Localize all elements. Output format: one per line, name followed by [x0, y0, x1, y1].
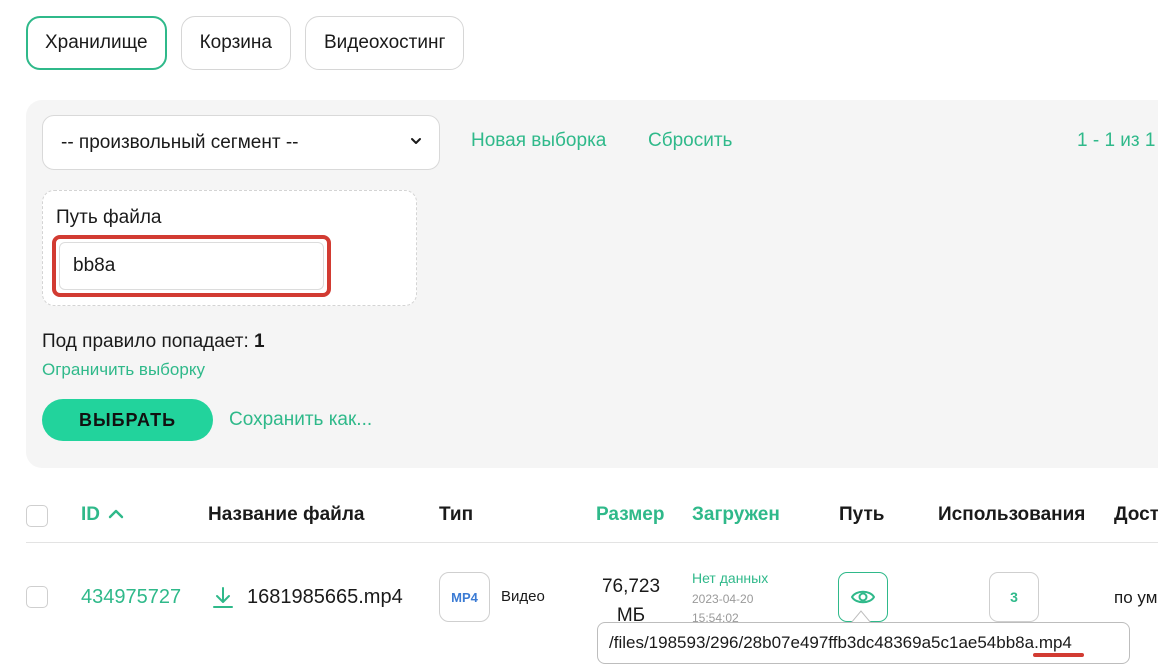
file-path-label: Путь файла: [56, 207, 162, 228]
file-path-filter: Путь файла: [42, 190, 417, 306]
uses-count-button[interactable]: 3: [989, 572, 1039, 622]
select-all-checkbox[interactable]: [26, 505, 48, 527]
highlight-frame: [52, 235, 331, 297]
row-checkbox[interactable]: [26, 586, 48, 608]
tooltip-path-suffix: .mp4: [1034, 633, 1072, 652]
chevron-down-icon: [411, 138, 421, 144]
uploaded-date: 2023-04-20: [692, 592, 754, 606]
column-header-path: Путь: [839, 504, 885, 525]
mp4-type-icon: MP4: [439, 572, 490, 622]
file-path-tooltip: /files/198593/296/28b07e497ffb3dc48369a5…: [597, 622, 1130, 664]
file-id-link[interactable]: 434975727: [81, 586, 181, 609]
tab-trash[interactable]: Корзина: [180, 16, 291, 70]
column-header-type: Тип: [439, 504, 474, 525]
header-divider: [26, 542, 1158, 543]
tooltip-path-prefix: /files/198593/296/28b07e497ffb3dc48369a5…: [609, 633, 997, 652]
pagination-info: 1 - 1 из 1: [1077, 130, 1156, 151]
uploaded-status: Нет данных: [692, 570, 769, 586]
column-header-access: Дост: [1114, 504, 1158, 525]
choose-button[interactable]: ВЫБРАТЬ: [42, 399, 213, 441]
chevron-up-icon: [109, 509, 124, 519]
reset-link[interactable]: Сбросить: [648, 130, 732, 152]
file-type: Видео: [501, 588, 545, 605]
match-count: Под правило попадает: 1: [42, 331, 265, 353]
segment-select-value: -- произвольный сегмент --: [61, 131, 299, 153]
column-header-uploaded[interactable]: Загружен: [692, 504, 780, 526]
eye-icon: [851, 590, 875, 604]
tooltip-path-match: bb8a: [996, 633, 1035, 652]
column-header-id[interactable]: ID: [81, 504, 124, 526]
column-header-name: Название файла: [208, 504, 365, 525]
column-header-id-label: ID: [81, 504, 100, 525]
match-highlight-underline: [1033, 653, 1084, 657]
access-value: по ум: [1114, 588, 1158, 607]
tab-video-hosting[interactable]: Видеохостинг: [304, 16, 465, 70]
match-label: Под правило попадает:: [42, 331, 249, 352]
segment-select[interactable]: -- произвольный сегмент --: [42, 115, 440, 170]
limit-selection-link[interactable]: Ограничить выборку: [42, 360, 205, 380]
filter-panel: -- произвольный сегмент -- Новая выборка…: [26, 100, 1158, 468]
column-header-size[interactable]: Размер: [596, 504, 664, 526]
new-selection-link[interactable]: Новая выборка: [471, 130, 606, 152]
file-name: 1681985665.mp4: [247, 586, 403, 608]
file-size-value: 76,723: [601, 576, 661, 597]
column-header-uses: Использования: [938, 504, 1086, 525]
storage-tabs: Хранилище Корзина Видеохостинг: [26, 16, 465, 70]
save-as-link[interactable]: Сохранить как...: [229, 409, 372, 431]
file-path-input[interactable]: [59, 242, 324, 290]
download-icon[interactable]: [211, 585, 235, 611]
tab-storage[interactable]: Хранилище: [26, 16, 167, 70]
match-value: 1: [254, 331, 265, 352]
